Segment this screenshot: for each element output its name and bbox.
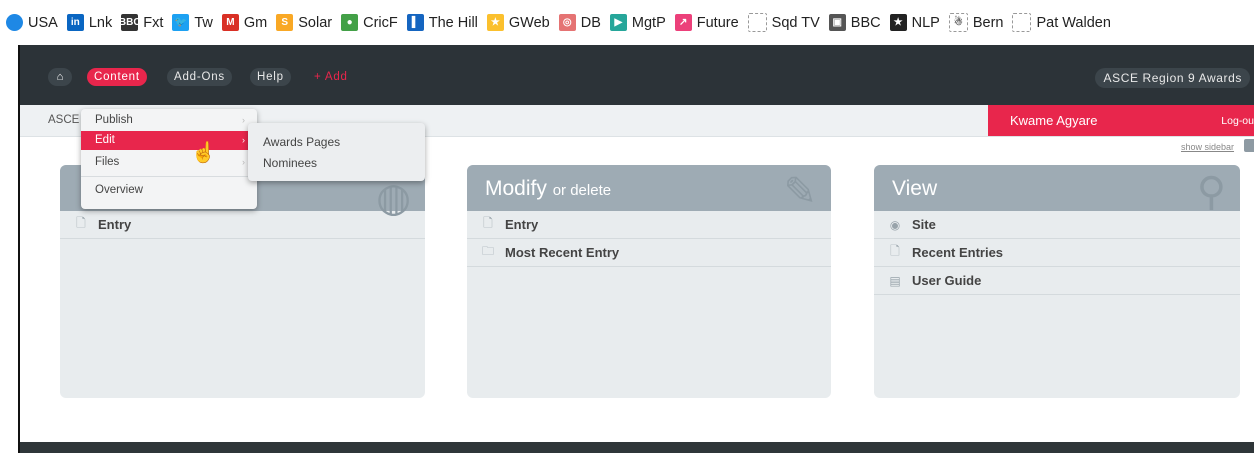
content-dropdown-menu: Publish › Edit › Files › Overview [81,109,257,209]
menu-item-edit[interactable]: Edit › [81,131,257,150]
panel-modify-title: Modify or delete [485,177,612,200]
panel-modify-row-entry[interactable]: 🗋 Entry [467,211,831,239]
chevron-right-icon: › [242,115,245,125]
nav-addons[interactable]: Add-Ons [167,68,232,86]
bookmark-fxt[interactable]: BBC Fxt [119,14,163,31]
bern-icon: ☃ [948,13,968,32]
panel-modify-row-recent[interactable]: 🗀 Most Recent Entry [467,239,831,267]
star-icon: ★ [889,14,907,31]
row-label: Entry [98,217,132,232]
username[interactable]: Kwame Agyare [1010,113,1097,128]
row-label: Site [912,217,936,232]
globe-icon: ◍ [376,176,411,220]
bookmark-tw[interactable]: 🐦 Tw [172,14,213,31]
twitter-icon: 🐦 [172,14,190,31]
hand-cursor-icon: ☝ [191,142,216,164]
panel-view-row-guide[interactable]: ▤ User Guide [874,267,1240,295]
bookmark-nlp[interactable]: ★ NLP [889,14,940,31]
bookmark-bbc[interactable]: ▣ BBC [828,14,881,31]
folder-icon: 🗀 [481,244,494,258]
menu-item-overview[interactable]: Overview [81,181,257,200]
menu-item-publish[interactable]: Publish › [81,111,257,130]
panel-modify-header: Modify or delete ✎ [467,165,831,214]
menu-divider [81,176,257,177]
thehill-icon: ▌ [406,14,424,31]
bookmark-mgtp[interactable]: ▶ MgtP [609,14,666,31]
blank-page-icon [747,13,767,32]
solar-icon: S [276,14,294,31]
bookmark-solar[interactable]: S Solar [276,14,332,31]
bookmark-gm[interactable]: M Gm [221,14,267,31]
bookmark-pat-walden[interactable]: Pat Walden [1012,13,1111,32]
row-label: Entry [505,217,539,232]
page-icon: 🗋 [76,216,86,230]
chevron-right-icon: › [242,135,245,145]
panel-create-row-entry[interactable]: 🗋 Entry [60,211,425,239]
panel-view-header: View ⚲ [874,165,1240,214]
page-icon: 🗋 [483,216,493,230]
target-icon: ◉ [889,217,901,232]
edit-submenu: Awards Pages Nominees [248,123,425,181]
panel-modify: Modify or delete ✎ 🗋 Entry 🗀 Most Recent… [467,165,831,398]
globe-icon [6,14,23,31]
nav-content[interactable]: Content [87,68,147,86]
home-icon: ⌂ [56,71,64,83]
home-button[interactable]: ⌂ [48,68,72,86]
cricket-icon: ● [341,14,359,31]
pencil-icon: ✎ [783,170,817,214]
top-nav: ⌂ Content Add-Ons Help + Add ASCE Region… [20,45,1254,105]
row-label: Most Recent Entry [505,245,620,260]
user-box: Kwame Agyare Log-ou [988,105,1254,136]
db-icon: ◎ [558,14,576,31]
bbc-icon: BBC [119,14,141,31]
breadcrumb[interactable]: ASCE [48,114,79,126]
bookmark-future[interactable]: ↗ Future [674,14,739,31]
chat-icon: ▣ [828,14,846,31]
panel-view-title: View [892,177,938,200]
search-icon: ⚲ [1196,170,1226,214]
bookmark-cricf[interactable]: ● CricF [341,14,398,31]
nav-add[interactable]: + Add [314,68,348,86]
submenu-item-nominees[interactable]: Nominees [248,153,425,173]
row-label: Recent Entries [912,245,1004,260]
bookmark-usa[interactable]: USA [6,14,58,31]
panel-view: View ⚲ ◉ Site 🗋 Recent Entries ▤ User Gu… [874,165,1240,398]
panel-view-row-site[interactable]: ◉ Site [874,211,1240,239]
linkedin-icon: in [66,14,84,31]
page-icon: 🗋 [890,244,900,258]
panel-view-row-recent[interactable]: 🗋 Recent Entries [874,239,1240,267]
site-name[interactable]: ASCE Region 9 Awards [1095,68,1250,88]
sidebar-toggle-icon[interactable] [1244,139,1254,152]
blank-page-icon [1012,13,1032,32]
bookmark-the-hill[interactable]: ▌ The Hill [406,14,478,31]
footer-bar [20,442,1254,453]
bookmark-bern[interactable]: ☃ Bern [948,13,1003,32]
chevron-right-icon: › [242,157,245,167]
row-label: User Guide [912,273,982,288]
future-icon: ↗ [674,14,692,31]
bookmark-lnk[interactable]: in Lnk [66,14,112,31]
bookmark-db[interactable]: ◎ DB [558,14,601,31]
flag-icon: ★ [486,14,504,31]
menu-item-files[interactable]: Files › [81,153,257,172]
logout-link[interactable]: Log-ou [1221,115,1254,127]
bookmark-sqd-tv[interactable]: Sqd TV [747,13,820,32]
mgtp-icon: ▶ [609,14,627,31]
bookmarks-bar: USA in Lnk BBC Fxt 🐦 Tw M Gm S Solar ● CricF ▌ The Hil… [0,0,1254,45]
gmail-icon: M [221,14,239,31]
document-icon: ▤ [889,273,901,288]
show-sidebar-link[interactable]: show sidebar [1181,142,1234,152]
submenu-item-awards-pages[interactable]: Awards Pages [248,132,425,152]
nav-help[interactable]: Help [250,68,291,86]
bookmark-gweb[interactable]: ★ GWeb [486,14,550,31]
